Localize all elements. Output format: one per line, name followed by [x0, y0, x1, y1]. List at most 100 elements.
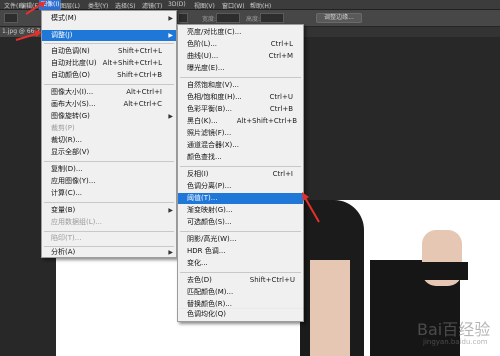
menu-item-mode[interactable]: 模式(M) ▶ [42, 13, 176, 24]
menu-item-auto-tone[interactable]: 自动色调(N) Shift+Ctrl+L [42, 46, 176, 57]
submenu-arrow-icon: ▶ [168, 15, 173, 22]
menu-item-label: 阈值(T)... [187, 194, 218, 202]
separator [44, 84, 174, 85]
menu-item-channel-mixer[interactable]: 通道混合器(X)... [178, 140, 303, 151]
menu-item-shortcut: Ctrl+M [268, 52, 293, 60]
menu-item-trim[interactable]: 裁切(R)... [42, 135, 176, 146]
menu-item-label: 色阶(L)... [187, 40, 218, 48]
menu-item-levels[interactable]: 色阶(L)... Ctrl+L [178, 39, 303, 50]
tool-preset-picker[interactable] [4, 13, 18, 23]
refine-edge-button[interactable]: 调整边缘... [316, 13, 362, 23]
menu-item-label: 亮度/对比度(C)... [187, 28, 242, 36]
menu-item-auto-color[interactable]: 自动颜色(O) Shift+Ctrl+B [42, 70, 176, 81]
menu-item-shortcut: Shift+Ctrl+U [249, 276, 295, 284]
separator [44, 231, 174, 232]
menu-item-label: 阴影/高光(W)... [187, 235, 237, 243]
adjustments-submenu-tail: 色调均化(Q) [177, 309, 304, 322]
menu-item-brightness-contrast[interactable]: 亮度/对比度(C)... [178, 27, 303, 38]
separator [44, 161, 174, 162]
height-label: 高度: [246, 16, 261, 23]
menu-item-adjustments[interactable]: 调整(J) ▶ [42, 30, 176, 41]
menu-item-label: 色彩平衡(B)... [187, 105, 232, 113]
style-dropdown[interactable] [178, 13, 188, 23]
menu-item-image-rotation[interactable]: 图像旋转(G) ▶ [42, 111, 176, 122]
image-menu: 模式(M) ▶ 调整(J) ▶ 自动色调(N) Shift+Ctrl+L 自动对比度(… [41, 10, 177, 258]
menu-item-label: 图像旋转(G) [51, 112, 90, 120]
menu-item-canvas-size[interactable]: 画布大小(S)... Alt+Ctrl+C [42, 99, 176, 110]
separator [180, 231, 301, 232]
menu-item-label: 显示全部(V) [51, 148, 90, 156]
menu-item-equalize[interactable]: 色调均化(Q) [178, 309, 303, 320]
menu-item-analysis[interactable]: 分析(A) ▶ [42, 247, 176, 258]
menu-item-label: 匹配颜色(M)... [187, 288, 234, 296]
menu-item-shortcut: Alt+Ctrl+I [126, 88, 162, 96]
menu-item-calculations[interactable]: 计算(C)... [42, 188, 176, 199]
watermark-url: jingyan.baidu.com [423, 338, 488, 346]
menu-item-shortcut: Ctrl+U [269, 93, 293, 101]
menu-item-posterize[interactable]: 色调分离(P)... [178, 181, 303, 192]
watermark-text: Bai百经验 [417, 320, 491, 339]
menu-item-variations[interactable]: 变化... [178, 258, 303, 269]
menu-type[interactable]: 类型(Y) [88, 1, 108, 10]
menu-item-duplicate[interactable]: 复制(D)... [42, 164, 176, 175]
separator [180, 272, 301, 273]
annotation-arrow-image-menu [25, 1, 46, 15]
menu-item-photo-filter[interactable]: 照片滤镜(F)... [178, 128, 303, 139]
menu-item-label: 自然饱和度(V)... [187, 81, 239, 89]
menu-item-color-balance[interactable]: 色彩平衡(B)... Ctrl+B [178, 104, 303, 115]
menu-item-label: 渐变映射(G)... [187, 206, 233, 214]
menu-item-exposure[interactable]: 曝光度(E)... [178, 63, 303, 74]
menu-item-color-lookup[interactable]: 颜色查找... [178, 152, 303, 163]
separator [180, 77, 301, 78]
submenu-arrow-icon: ▶ [168, 32, 173, 39]
menu-item-shadows-highlights[interactable]: 阴影/高光(W)... [178, 234, 303, 245]
menu-item-label: 调整(J) [51, 31, 73, 39]
menu-help[interactable]: 帮助(H) [250, 1, 271, 10]
menu-item-invert[interactable]: 反相(I) Ctrl+I [178, 169, 303, 180]
menu-layer[interactable]: 图层(L) [60, 1, 80, 10]
menu-item-shortcut: Ctrl+I [272, 170, 293, 178]
width-label: 宽度: [202, 16, 217, 23]
menu-item-desaturate[interactable]: 去色(D) Shift+Ctrl+U [178, 275, 303, 286]
menu-item-label: 自动对比度(U) [51, 59, 97, 67]
menu-item-match-color[interactable]: 匹配颜色(M)... [178, 287, 303, 298]
menu-item-selective-color[interactable]: 可选颜色(S)... [178, 217, 303, 228]
menu-item-vibrance[interactable]: 自然饱和度(V)... [178, 80, 303, 91]
menu-item-label: 变化... [187, 259, 208, 267]
width-input[interactable] [216, 13, 240, 23]
menu-item-apply-image[interactable]: 应用图像(Y)... [42, 176, 176, 187]
menu-filter[interactable]: 滤镜(T) [142, 1, 162, 10]
menu-item-crop: 裁剪(P) [42, 123, 176, 134]
menu-item-gradient-map[interactable]: 渐变映射(G)... [178, 205, 303, 216]
menu-item-threshold[interactable]: 阈值(T)... [178, 193, 303, 204]
menu-item-shortcut: Ctrl+L [270, 40, 293, 48]
menu-item-label: 色相/饱和度(H)... [187, 93, 242, 101]
menu-item-label: 通道混合器(X)... [187, 141, 239, 149]
menu-item-label: HDR 色调... [187, 247, 226, 255]
menu-item-label: 裁剪(P) [51, 124, 75, 132]
menu-item-variables[interactable]: 变量(B) ▶ [42, 205, 176, 216]
menu-item-curves[interactable]: 曲线(U)... Ctrl+M [178, 51, 303, 62]
menu-item-reveal-all[interactable]: 显示全部(V) [42, 147, 176, 158]
menu-item-hue-saturation[interactable]: 色相/饱和度(H)... Ctrl+U [178, 92, 303, 103]
height-input[interactable] [260, 13, 284, 23]
menu-3d[interactable]: 3D(D) [168, 1, 186, 8]
menu-item-auto-contrast[interactable]: 自动对比度(U) Alt+Shift+Ctrl+L [42, 58, 176, 69]
menu-item-hdr-toning[interactable]: HDR 色调... [178, 246, 303, 257]
menu-item-label: 分析(A) [51, 248, 76, 256]
annotation-arrow-threshold [302, 192, 320, 223]
menu-item-label: 照片滤镜(F)... [187, 129, 232, 137]
menu-window[interactable]: 窗口(W) [222, 1, 245, 10]
menu-item-label: 变量(B) [51, 206, 76, 214]
menu-item-image-size[interactable]: 图像大小(I)... Alt+Ctrl+I [42, 87, 176, 98]
menu-select[interactable]: 选择(S) [115, 1, 136, 10]
menu-item-label: 应用图像(Y)... [51, 177, 96, 185]
menu-item-shortcut: Alt+Shift+Ctrl+B [236, 117, 297, 125]
menu-item-label: 计算(C)... [51, 189, 83, 197]
menu-item-label: 画布大小(S)... [51, 100, 96, 108]
menu-item-label: 反相(I) [187, 170, 209, 178]
menu-item-black-white[interactable]: 黑白(K)... Alt+Shift+Ctrl+B [178, 116, 303, 127]
menu-item-label: 图像大小(I)... [51, 88, 94, 96]
menu-item-shortcut: Shift+Ctrl+B [117, 71, 162, 79]
menu-view[interactable]: 视图(V) [194, 1, 215, 10]
